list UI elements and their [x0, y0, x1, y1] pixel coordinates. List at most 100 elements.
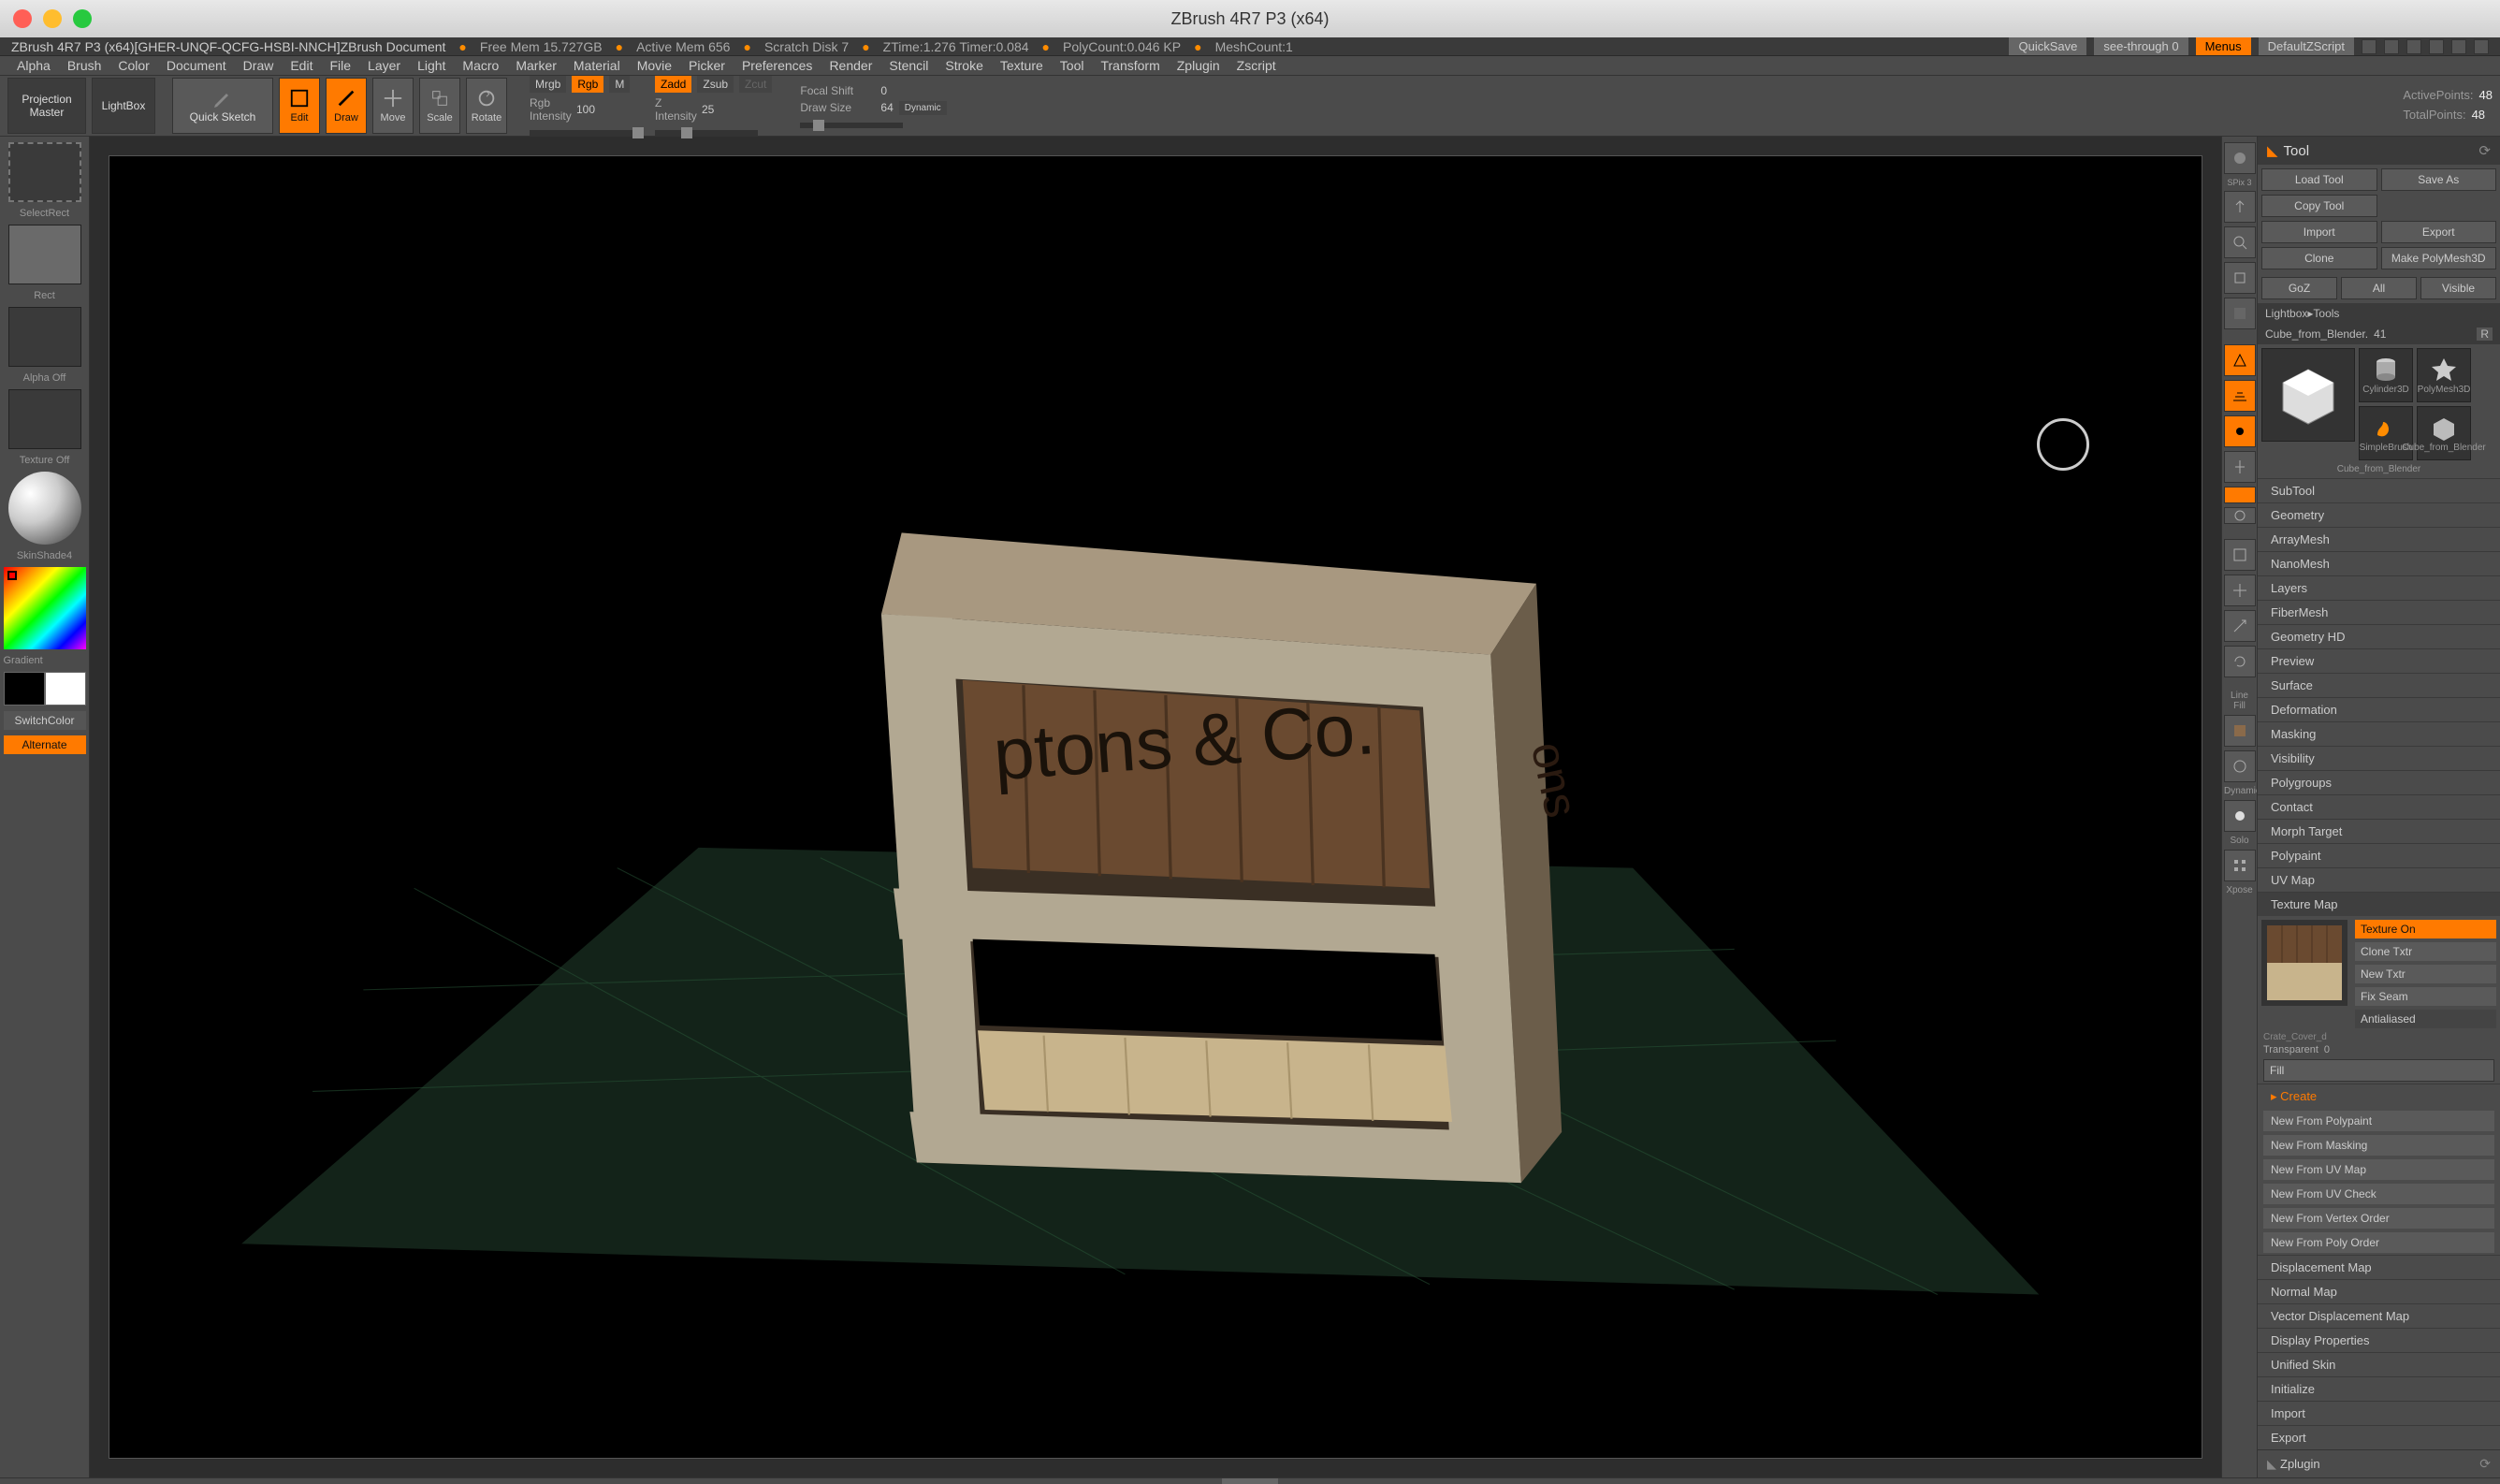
menu-transform[interactable]: Transform — [1093, 56, 1167, 75]
acc-geometry[interactable]: Geometry — [2258, 502, 2500, 527]
draw-size-value[interactable]: 64 — [880, 101, 893, 114]
menu-draw[interactable]: Draw — [236, 56, 282, 75]
actual-button[interactable] — [2224, 262, 2256, 294]
mrgb-button[interactable]: Mrgb — [530, 76, 566, 93]
clone-button[interactable]: Clone — [2261, 247, 2377, 269]
nav-rotate-button[interactable] — [2224, 646, 2256, 677]
texture-on-button[interactable]: Texture On — [2355, 920, 2496, 938]
goz-all-button[interactable]: All — [2341, 277, 2417, 299]
z-intensity-slider[interactable] — [655, 130, 758, 136]
acc-morphtarget[interactable]: Morph Target — [2258, 819, 2500, 843]
rgb-intensity-slider[interactable] — [530, 130, 632, 136]
nav-scale-button[interactable] — [2224, 610, 2256, 642]
tool-thumb-cube2[interactable]: Cube_from_Blender — [2417, 406, 2471, 460]
lightbox-tools-button[interactable]: Lightbox▸Tools — [2258, 303, 2500, 324]
acc-displayprops[interactable]: Display Properties — [2258, 1328, 2500, 1352]
new-from-masking-button[interactable]: New From Masking — [2263, 1135, 2494, 1156]
rotate-mode-button[interactable]: Rotate — [466, 78, 507, 134]
acc-polygroups[interactable]: Polygroups — [2258, 770, 2500, 794]
acc-preview[interactable]: Preview — [2258, 648, 2500, 673]
zoom-button[interactable] — [2224, 226, 2256, 258]
acc-displacement[interactable]: Displacement Map — [2258, 1255, 2500, 1279]
layout-icon-5[interactable] — [2451, 39, 2466, 54]
transp-button[interactable] — [2224, 750, 2256, 782]
import-button[interactable]: Import — [2261, 221, 2377, 243]
quicksketch-button[interactable]: Quick Sketch — [172, 78, 273, 134]
goz-button[interactable]: GoZ — [2261, 277, 2337, 299]
zadd-button[interactable]: Zadd — [655, 76, 691, 93]
new-from-poly-order-button[interactable]: New From Poly Order — [2263, 1232, 2494, 1253]
acc-import2[interactable]: Import — [2258, 1401, 2500, 1425]
menu-light[interactable]: Light — [410, 56, 453, 75]
new-from-vertex-order-button[interactable]: New From Vertex Order — [2263, 1208, 2494, 1229]
alpha-selector[interactable] — [8, 307, 81, 367]
nav-move-button[interactable] — [2224, 575, 2256, 606]
layout-icon-1[interactable] — [2362, 39, 2376, 54]
move-mode-button[interactable]: Move — [372, 78, 414, 134]
menu-document[interactable]: Document — [159, 56, 234, 75]
switchcolor-button[interactable]: SwitchColor — [4, 711, 86, 730]
menu-file[interactable]: File — [322, 56, 358, 75]
edit-mode-button[interactable]: Edit — [279, 78, 320, 134]
tool-thumb-cylinder[interactable]: Cylinder3D — [2359, 348, 2413, 402]
load-tool-button[interactable]: Load Tool — [2261, 168, 2377, 191]
scale-mode-button[interactable]: Scale — [419, 78, 460, 134]
acc-texturemap[interactable]: Texture Map — [2258, 892, 2500, 916]
menu-preferences[interactable]: Preferences — [734, 56, 820, 75]
acc-initialize[interactable]: Initialize — [2258, 1376, 2500, 1401]
refresh2-icon[interactable]: ⟳ — [2479, 1456, 2491, 1472]
new-from-uvmap-button[interactable]: New From UV Map — [2263, 1159, 2494, 1180]
acc-masking[interactable]: Masking — [2258, 721, 2500, 746]
menu-zscript[interactable]: Zscript — [1229, 56, 1284, 75]
lightbox-button[interactable]: LightBox — [92, 78, 155, 134]
menu-tool[interactable]: Tool — [1053, 56, 1092, 75]
bpr-button[interactable] — [2224, 142, 2256, 174]
fill-button[interactable]: Fill — [2263, 1059, 2494, 1082]
stroke-selector[interactable] — [8, 225, 81, 284]
export-button[interactable]: Export — [2381, 221, 2497, 243]
projection-master-button[interactable]: Projection Master — [7, 78, 86, 134]
menus-toggle[interactable]: Menus — [2196, 37, 2251, 55]
xyz-button[interactable] — [2224, 487, 2256, 503]
persp-button[interactable] — [2224, 344, 2256, 376]
brush-selector[interactable] — [8, 142, 81, 202]
texturemap-thumb[interactable] — [2261, 920, 2347, 1006]
alternate-button[interactable]: Alternate — [4, 735, 86, 754]
menu-macro[interactable]: Macro — [455, 56, 506, 75]
layout-icon-2[interactable] — [2384, 39, 2399, 54]
z-intensity-value[interactable]: 25 — [702, 103, 714, 116]
viewport[interactable]: ptons & Co. ons — [109, 155, 2202, 1459]
maximize-window-icon[interactable] — [73, 9, 92, 28]
scroll-button[interactable] — [2224, 191, 2256, 223]
menu-texture[interactable]: Texture — [993, 56, 1051, 75]
quicksave-button[interactable]: QuickSave — [2009, 37, 2086, 55]
tool-panel-header[interactable]: ◣ Tool ⟳ — [2258, 137, 2500, 165]
menu-layer[interactable]: Layer — [360, 56, 408, 75]
copy-tool-button[interactable]: Copy Tool — [2261, 195, 2377, 217]
seethrough-slider[interactable]: see-through 0 — [2094, 37, 2188, 55]
layout-icon-3[interactable] — [2406, 39, 2421, 54]
material-selector[interactable] — [8, 472, 81, 545]
new-from-polypaint-button[interactable]: New From Polypaint — [2263, 1111, 2494, 1131]
fix-seam-button[interactable]: Fix Seam — [2355, 987, 2496, 1006]
secondary-colors[interactable] — [4, 672, 86, 706]
focal-shift-value[interactable]: 0 — [880, 84, 887, 97]
zsub-button[interactable]: Zsub — [697, 76, 734, 93]
acc-surface[interactable]: Surface — [2258, 673, 2500, 697]
rgb-intensity-value[interactable]: 100 — [576, 103, 595, 116]
menu-render[interactable]: Render — [821, 56, 879, 75]
dynamic-button[interactable]: Dynamic — [899, 101, 947, 115]
acc-create[interactable]: ▸ Create — [2258, 1084, 2500, 1109]
aahalf-button[interactable] — [2224, 298, 2256, 329]
acc-subtool[interactable]: SubTool — [2258, 478, 2500, 502]
refresh-icon[interactable]: ⟳ — [2478, 142, 2491, 159]
acc-export2[interactable]: Export — [2258, 1425, 2500, 1449]
new-txtr-button[interactable]: New Txtr — [2355, 965, 2496, 983]
texture-selector[interactable] — [8, 389, 81, 449]
close-window-icon[interactable] — [13, 9, 32, 28]
acc-layers[interactable]: Layers — [2258, 575, 2500, 600]
acc-nanomesh[interactable]: NanoMesh — [2258, 551, 2500, 575]
clone-txtr-button[interactable]: Clone Txtr — [2355, 942, 2496, 961]
acc-vdm[interactable]: Vector Displacement Map — [2258, 1303, 2500, 1328]
menu-material[interactable]: Material — [566, 56, 628, 75]
